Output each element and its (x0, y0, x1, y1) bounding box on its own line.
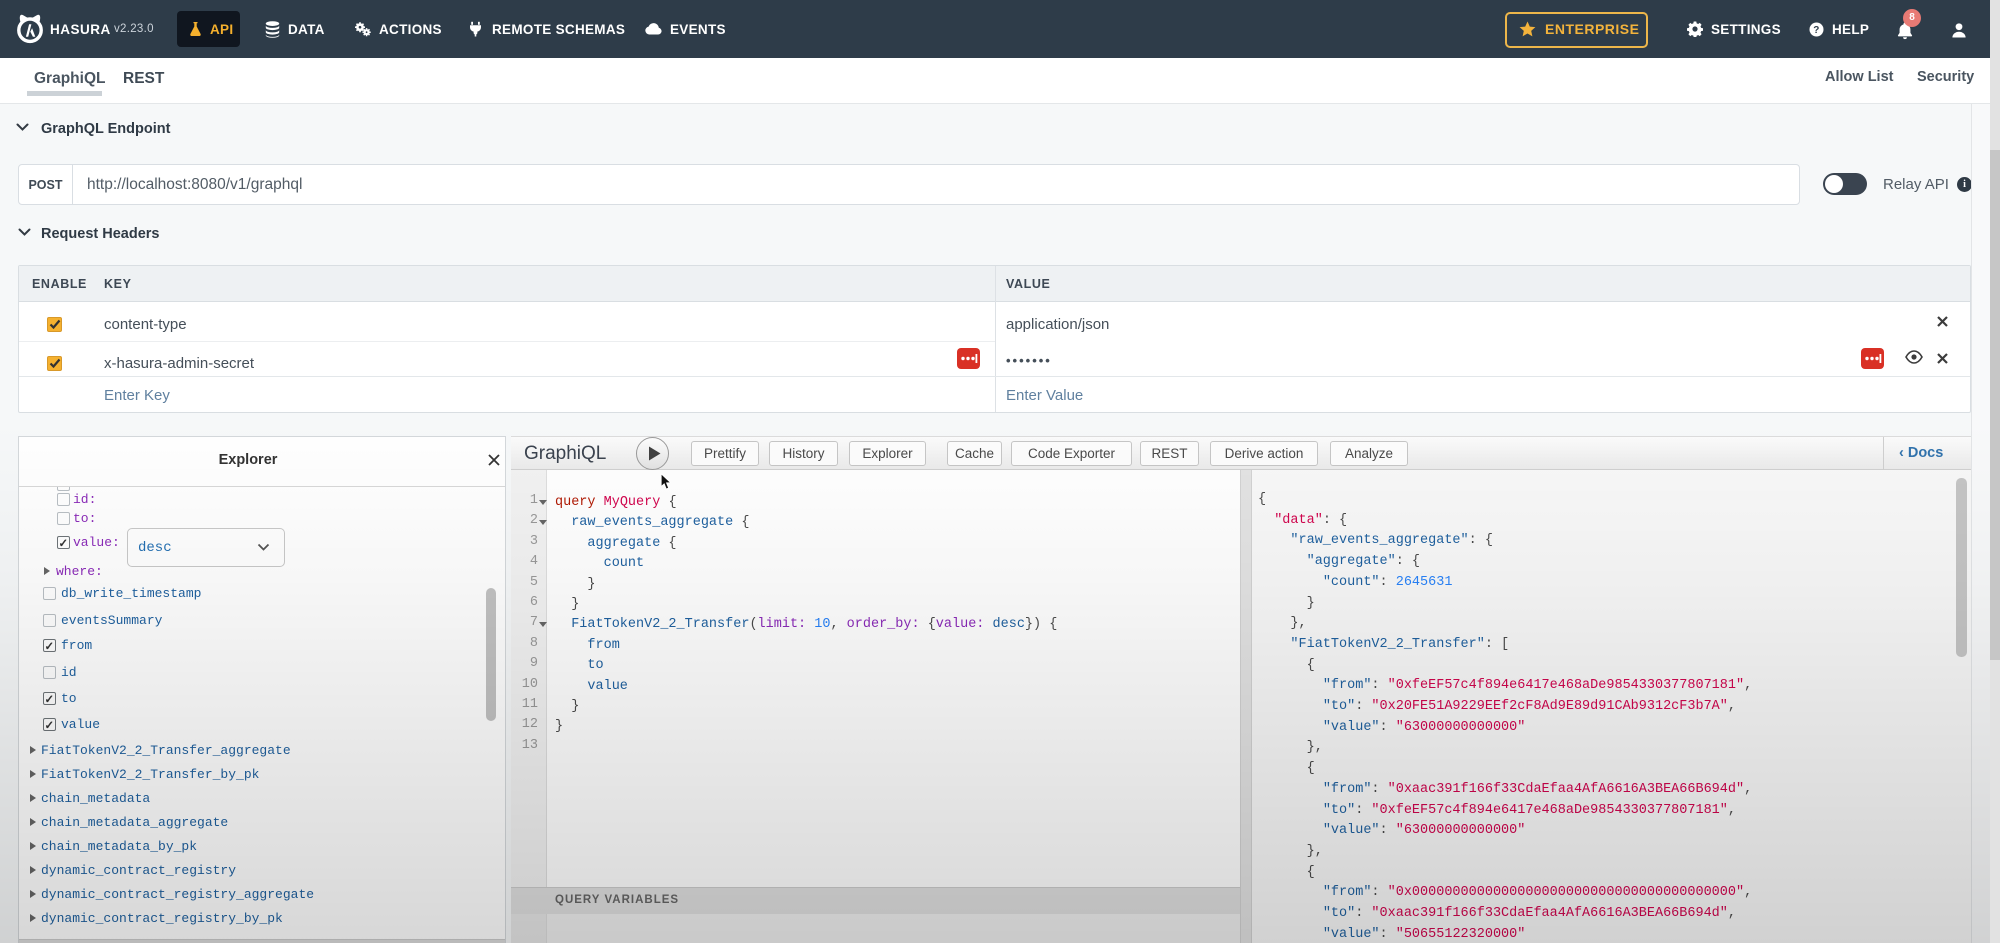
svg-text:?: ? (1813, 25, 1819, 36)
